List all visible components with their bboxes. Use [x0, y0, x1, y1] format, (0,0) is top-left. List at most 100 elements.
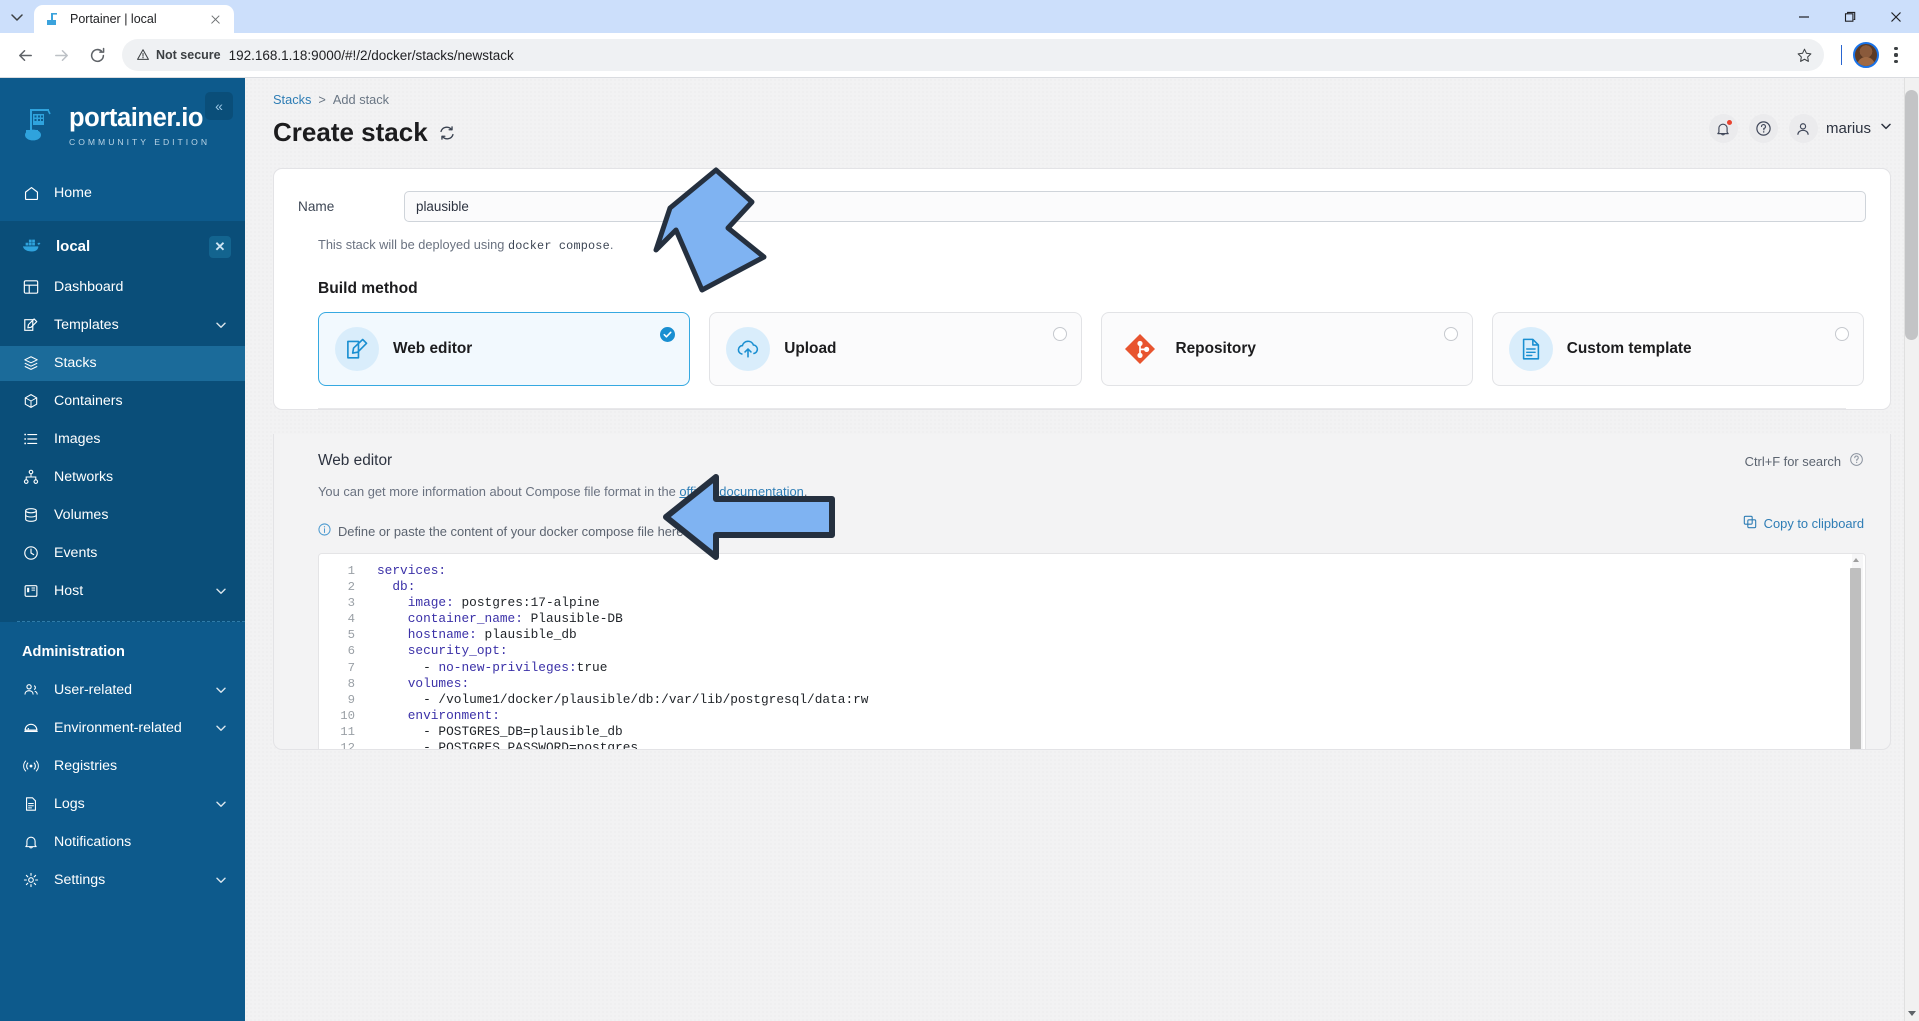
- page-scrollbar-thumb[interactable]: [1905, 90, 1918, 340]
- radio-unchecked-icon[interactable]: [1835, 327, 1849, 341]
- bell-icon: [22, 833, 40, 851]
- code-line[interactable]: services:: [377, 563, 1865, 579]
- code-line[interactable]: - /volume1/docker/plausible/db:/var/lib/…: [377, 692, 1865, 708]
- create-stack-panel: Name This stack will be deployed using d…: [273, 168, 1891, 410]
- warning-triangle-icon: [137, 49, 149, 60]
- sidebar-collapse-button[interactable]: «: [205, 92, 233, 120]
- bookmark-star-icon[interactable]: [1790, 41, 1818, 69]
- page-title: Create stack: [273, 117, 428, 147]
- close-icon[interactable]: [207, 11, 224, 28]
- radio-checked-icon[interactable]: [660, 327, 676, 342]
- sidebar-item-label: Images: [54, 431, 101, 447]
- sidebar-item-events[interactable]: Events: [0, 536, 245, 571]
- chevron-down-icon[interactable]: [215, 319, 227, 331]
- code-editor[interactable]: 1234567891011121314151617181920 services…: [318, 553, 1866, 749]
- sidebar-item-user-related[interactable]: User-related: [0, 673, 245, 708]
- stack-name-input[interactable]: [404, 191, 1866, 222]
- code-line[interactable]: image: postgres:17-alpine: [377, 595, 1865, 611]
- environment-close-icon[interactable]: ✕: [209, 235, 231, 258]
- window-controls: [1781, 0, 1919, 33]
- volumes-icon: [22, 506, 40, 524]
- refresh-icon[interactable]: [438, 124, 456, 142]
- browser-menu-icon[interactable]: [1881, 40, 1911, 70]
- sidebar-item-label: Registries: [54, 758, 118, 774]
- build-option-custom-template[interactable]: Custom template: [1491, 312, 1864, 386]
- sidebar-item-logs[interactable]: Logs: [0, 787, 245, 822]
- forward-icon[interactable]: [44, 38, 78, 72]
- url-text: 192.168.1.18:9000/#!/2/docker/stacks/new…: [228, 47, 514, 63]
- environment-header[interactable]: local ✕: [0, 227, 245, 267]
- code-lines[interactable]: services: db: image: postgres:17-alpine …: [363, 554, 1865, 749]
- users-icon: [22, 681, 40, 699]
- document-icon: [1508, 327, 1553, 371]
- chevron-down-icon[interactable]: [215, 585, 227, 597]
- page-scrollbar[interactable]: [1904, 78, 1919, 1021]
- editor-scrollbar[interactable]: [1850, 554, 1863, 749]
- help-circle-icon[interactable]: [1849, 452, 1864, 470]
- address-bar[interactable]: Not secure 192.168.1.18:9000/#!/2/docker…: [122, 39, 1824, 71]
- sidebar-item-label: Environment-related: [54, 720, 182, 736]
- not-secure-indicator[interactable]: Not secure: [136, 48, 221, 62]
- build-method-title: Build method: [318, 280, 418, 297]
- sidebar-item-stacks[interactable]: Stacks: [0, 345, 245, 381]
- code-line[interactable]: db:: [377, 579, 1865, 595]
- chevron-down-icon[interactable]: [215, 874, 227, 886]
- code-line[interactable]: environment:: [377, 708, 1865, 724]
- scroll-up-arrow-icon[interactable]: [1852, 558, 1859, 562]
- copy-to-clipboard-button[interactable]: Copy to clipboard: [1743, 515, 1864, 532]
- code-line[interactable]: volumes:: [377, 676, 1865, 692]
- breadcrumb-stacks[interactable]: Stacks: [273, 92, 311, 107]
- sidebar-item-host[interactable]: Host: [0, 574, 245, 609]
- back-icon[interactable]: [8, 38, 42, 72]
- minimize-button[interactable]: [1781, 0, 1827, 33]
- environment-block: local ✕ Dashboard Templates Stacks Conta…: [0, 220, 245, 622]
- sidebar: « portainer.io COMMUNITY EDITION Home lo…: [0, 78, 245, 1021]
- code-line[interactable]: - no-new-privileges:true: [377, 660, 1865, 676]
- code-line[interactable]: - POSTGRES_DB=plausible_db: [377, 724, 1865, 740]
- reload-icon[interactable]: [80, 38, 114, 72]
- sidebar-item-label: Events: [54, 545, 98, 561]
- code-line[interactable]: hostname: plausible_db: [377, 627, 1865, 643]
- sidebar-item-networks[interactable]: Networks: [0, 460, 245, 495]
- scroll-down-arrow-icon[interactable]: [1907, 1011, 1916, 1016]
- code-line[interactable]: - POSTGRES_PASSWORD=postgres: [377, 740, 1865, 749]
- line-number: 3: [347, 596, 355, 611]
- chevron-down-icon[interactable]: [215, 798, 227, 810]
- breadcrumb-current: Add stack: [332, 92, 390, 107]
- maximize-button[interactable]: [1827, 0, 1873, 33]
- sidebar-item-images[interactable]: Images: [0, 422, 245, 457]
- tab-search-icon[interactable]: [0, 0, 34, 33]
- build-option-repository[interactable]: Repository: [1100, 312, 1473, 386]
- build-option-upload[interactable]: Upload: [709, 312, 1082, 386]
- editor-scrollbar-thumb[interactable]: [1850, 568, 1861, 749]
- sidebar-item-label: Host: [54, 583, 84, 599]
- line-number: 7: [347, 660, 355, 675]
- line-number: 8: [347, 676, 355, 691]
- sidebar-item-volumes[interactable]: Volumes: [0, 498, 245, 533]
- sidebar-item-notifications[interactable]: Notifications: [0, 825, 245, 860]
- chevron-down-icon[interactable]: [215, 684, 227, 696]
- sidebar-item-dashboard[interactable]: Dashboard: [0, 270, 245, 305]
- sidebar-item-home[interactable]: Home: [0, 176, 245, 211]
- chevron-down-icon[interactable]: [215, 722, 227, 734]
- line-number: 2: [347, 580, 355, 595]
- sidebar-item-containers[interactable]: Containers: [0, 384, 245, 419]
- sidebar-item-settings[interactable]: Settings: [0, 863, 245, 898]
- build-option-web-editor[interactable]: Web editor: [318, 312, 691, 386]
- sidebar-item-registries[interactable]: Registries: [0, 749, 245, 784]
- portainer-logo-icon: [22, 106, 60, 146]
- radio-unchecked-icon[interactable]: [1443, 327, 1458, 341]
- code-line[interactable]: security_opt:: [377, 643, 1865, 659]
- window-close-button[interactable]: [1873, 0, 1919, 33]
- radio-unchecked-icon[interactable]: [1052, 327, 1067, 341]
- browser-tab[interactable]: Portainer | local: [34, 5, 234, 33]
- build-option-label: Web editor: [393, 340, 473, 357]
- not-secure-label: Not secure: [156, 48, 221, 62]
- sidebar-item-environment-related[interactable]: Environment-related: [0, 711, 245, 746]
- official-documentation-link[interactable]: official documentation: [679, 484, 803, 499]
- sidebar-item-templates[interactable]: Templates: [0, 308, 245, 343]
- profile-avatar[interactable]: [1853, 42, 1879, 68]
- code-line[interactable]: container_name: Plausible-DB: [377, 611, 1865, 627]
- docker-icon: [22, 237, 42, 257]
- host-icon: [22, 582, 40, 600]
